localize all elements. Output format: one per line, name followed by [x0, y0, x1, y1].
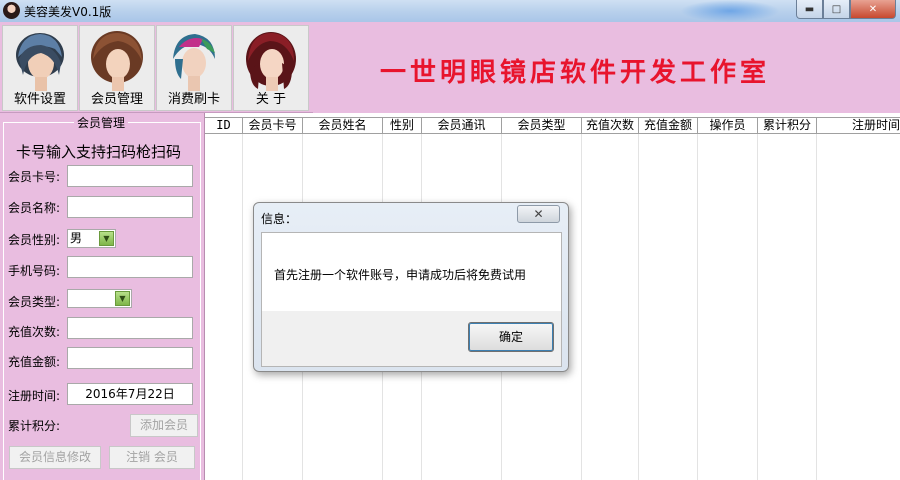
toolbar-item-members[interactable]: 会员管理: [79, 25, 155, 111]
maximize-button[interactable]: □: [823, 0, 850, 19]
minimize-button[interactable]: ▬: [796, 0, 823, 19]
portrait-red-hair-icon: [242, 29, 300, 91]
studio-banner-title: 一世明眼镜店软件开发工作室: [380, 58, 771, 88]
dialog-message: 首先注册一个软件账号，申请成功后将免费试用: [274, 268, 527, 282]
portrait-colored-hair-icon: [165, 29, 223, 91]
column-divider: [697, 134, 698, 480]
member-gender-label: 会员性别:: [8, 233, 61, 247]
member-type-select[interactable]: ▼: [67, 289, 132, 308]
grid-header: ID 会员卡号 会员姓名 性别 会员通讯 会员类型 充值次数 充值金额 操作员 …: [205, 117, 900, 134]
recharge-count-label: 充值次数:: [8, 325, 61, 339]
gender-select[interactable]: 男 ▼: [67, 229, 116, 248]
column-divider: [757, 134, 758, 480]
scan-hint-text: 卡号输入支持扫码枪扫码: [16, 143, 182, 161]
column-header[interactable]: 充值金额: [639, 118, 698, 133]
title-bar: 美容美发V0.1版 ▬ □ ✕: [0, 0, 900, 22]
cancel-member-button[interactable]: 注销 会员: [109, 446, 195, 469]
close-button[interactable]: ✕: [850, 0, 896, 19]
points-label: 累计积分:: [8, 419, 61, 433]
card-number-label: 会员卡号:: [8, 170, 61, 184]
register-date-picker[interactable]: 2016年7月22日: [67, 383, 193, 405]
recharge-amount-label: 充值金额:: [8, 355, 61, 369]
register-time-label: 注册时间:: [8, 389, 61, 403]
portrait-brown-hair-icon: [88, 29, 146, 91]
toolbar-item-label: 消费刷卡: [167, 92, 220, 107]
toolbar-item-label: 关 于: [255, 92, 287, 107]
add-member-button[interactable]: 添加会员: [130, 414, 198, 437]
column-header[interactable]: 会员类型: [502, 118, 582, 133]
column-divider: [638, 134, 639, 480]
dialog-title: 信息：: [261, 212, 298, 226]
card-number-input[interactable]: [67, 165, 193, 187]
dialog-body: 首先注册一个软件账号，申请成功后将免费试用 确定: [261, 232, 562, 367]
member-group-title: 会员管理: [74, 114, 129, 131]
column-divider: [816, 134, 817, 480]
member-name-input[interactable]: [67, 196, 193, 218]
toolbar-item-about[interactable]: 关 于: [233, 25, 309, 111]
column-divider: [242, 134, 243, 480]
member-type-label: 会员类型:: [8, 295, 61, 309]
column-header[interactable]: 累计积分: [758, 118, 817, 133]
toolbar-item-settings[interactable]: 软件设置: [2, 25, 78, 111]
ok-button[interactable]: 确定: [468, 322, 554, 352]
recharge-count-input[interactable]: [67, 317, 193, 339]
info-dialog: 信息： ✕ 首先注册一个软件账号，申请成功后将免费试用 确定: [253, 202, 569, 372]
column-header[interactable]: 操作员: [698, 118, 758, 133]
modify-member-button[interactable]: 会员信息修改: [9, 446, 101, 469]
column-header[interactable]: 会员卡号: [243, 118, 303, 133]
gender-select-value: 男: [70, 231, 83, 245]
column-header[interactable]: 注册时间: [817, 118, 900, 133]
recharge-amount-input[interactable]: [67, 347, 193, 369]
dialog-close-button[interactable]: ✕: [517, 205, 560, 223]
column-header[interactable]: 会员通讯: [422, 118, 502, 133]
toolbar-item-label: 会员管理: [90, 92, 143, 107]
phone-input[interactable]: [67, 256, 193, 278]
dialog-message-area: 首先注册一个软件账号，申请成功后将免费试用: [262, 233, 561, 311]
column-divider: [581, 134, 582, 480]
member-name-label: 会员名称:: [8, 201, 61, 215]
column-header[interactable]: 性别: [383, 118, 422, 133]
chevron-down-icon[interactable]: ▼: [99, 231, 114, 246]
phone-label: 手机号码:: [8, 264, 61, 278]
portrait-blue-hair-icon: [11, 29, 69, 91]
toolbar-item-consume[interactable]: 消费刷卡: [156, 25, 232, 111]
toolbar-item-label: 软件设置: [13, 92, 66, 107]
column-header[interactable]: 充值次数: [582, 118, 639, 133]
column-header[interactable]: 会员姓名: [303, 118, 383, 133]
app-icon: [3, 2, 20, 19]
window-title: 美容美发V0.1版: [24, 5, 112, 19]
window-controls: ▬ □ ✕: [796, 0, 896, 19]
chevron-down-icon[interactable]: ▼: [115, 291, 130, 306]
column-header[interactable]: ID: [205, 118, 243, 133]
background-window-glow: [680, 0, 780, 22]
